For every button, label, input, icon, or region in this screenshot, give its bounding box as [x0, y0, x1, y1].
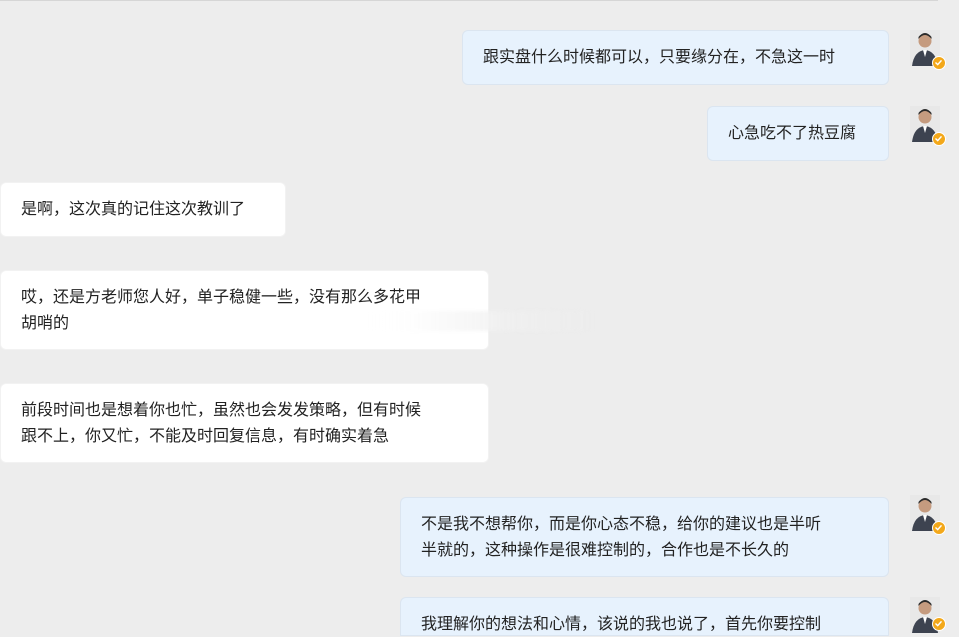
message-text-line: 前段时间也是想着你也忙，虽然也会发发策略，但有时候	[21, 400, 422, 419]
message-text-line: 我理解你的想法和心情，该说的我也说了，首先你要控制	[421, 614, 822, 633]
verified-badge-icon	[932, 617, 946, 631]
message-bubble-outgoing[interactable]: 跟实盘什么时候都可以，只要缘分在，不急这一时	[462, 30, 889, 85]
avatar[interactable]	[910, 597, 946, 633]
message-text: 是啊，这次真的记住这次教训了	[21, 199, 246, 218]
message-text: 跟实盘什么时候都可以，只要缘分在，不急这一时	[483, 47, 836, 66]
message-bubble-incoming[interactable]: 前段时间也是想着你也忙，虽然也会发发策略，但有时候 跟不上，你又忙，不能及时回复…	[0, 383, 489, 463]
message-bubble-incoming[interactable]: 是啊，这次真的记住这次教训了	[0, 182, 286, 237]
message-text-line: 哎，还是方老师您人好，单子稳健一些，没有那么多花甲	[21, 287, 422, 306]
avatar[interactable]	[910, 106, 946, 146]
message-text: 心急吃不了热豆腐	[728, 123, 857, 142]
message-bubble-outgoing[interactable]: 我理解你的想法和心情，该说的我也说了，首先你要控制	[400, 597, 889, 636]
avatar[interactable]	[910, 30, 946, 70]
verified-badge-icon	[932, 56, 946, 70]
message-bubble-incoming[interactable]: 哎，还是方老师您人好，单子稳健一些，没有那么多花甲 胡哨的	[0, 270, 489, 350]
watermark-overlay	[365, 311, 595, 331]
message-bubble-outgoing[interactable]: 心急吃不了热豆腐	[707, 106, 889, 161]
avatar[interactable]	[910, 495, 946, 535]
verified-badge-icon	[932, 132, 946, 146]
message-text-line: 跟不上，你又忙，不能及时回复信息，有时确实着急	[21, 426, 390, 445]
message-text-line: 半就的，这种操作是很难控制的，合作也是不长久的	[421, 540, 790, 559]
verified-badge-icon	[932, 521, 946, 535]
message-text-line: 不是我不想帮你，而是你心态不稳，给你的建议也是半听	[421, 514, 822, 533]
top-divider	[0, 0, 938, 1]
message-bubble-outgoing[interactable]: 不是我不想帮你，而是你心态不稳，给你的建议也是半听 半就的，这种操作是很难控制的…	[400, 497, 889, 577]
